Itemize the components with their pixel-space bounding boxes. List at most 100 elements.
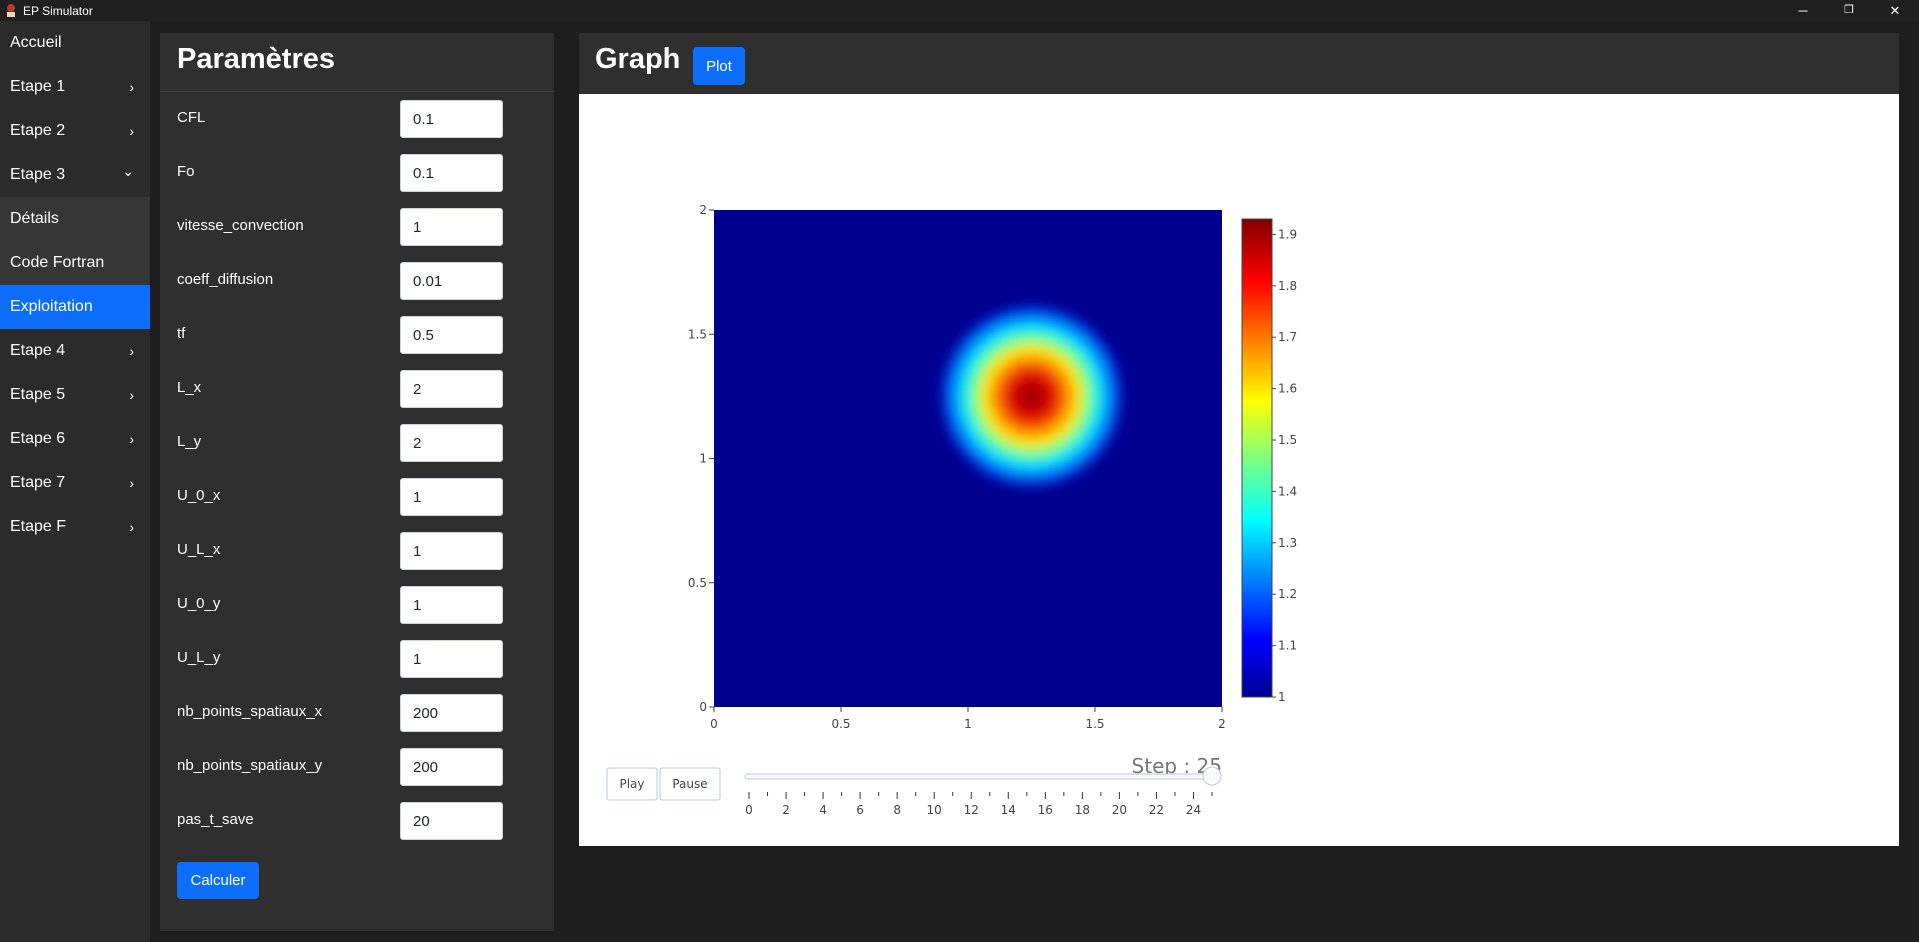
slider-tick-label: 20 bbox=[1112, 803, 1127, 817]
colorbar bbox=[1241, 218, 1273, 698]
sidebar-item-label: Etape F bbox=[10, 518, 67, 535]
param-row: U_L_y bbox=[160, 632, 554, 686]
param-input-cfl[interactable] bbox=[400, 100, 503, 138]
parameters-panel: Paramètres CFL Fo vitesse_convection coeff_… bbox=[160, 33, 554, 931]
sidebar-item-etape-f[interactable]: Etape F › bbox=[0, 505, 150, 549]
param-row: CFL bbox=[160, 92, 554, 146]
y-tick-label: 0.5 bbox=[688, 576, 707, 590]
slider-tick-label: 6 bbox=[856, 803, 864, 817]
pause-button[interactable]: Pause bbox=[659, 767, 721, 801]
sidebar-nav: Accueil Etape 1 › Etape 2 › Etape 3 ⌄ Détai… bbox=[0, 21, 150, 942]
colorbar-tick-label: 1.2 bbox=[1278, 587, 1297, 601]
window-title: EP Simulator bbox=[23, 4, 93, 18]
param-row: coeff_diffusion bbox=[160, 254, 554, 308]
slider-tick-label: 14 bbox=[1001, 803, 1016, 817]
chevron-right-icon: › bbox=[129, 387, 134, 403]
pause-button-label: Pause bbox=[672, 777, 707, 791]
param-input-u-l-y[interactable] bbox=[400, 640, 503, 678]
sidebar-item-label: Etape 2 bbox=[10, 122, 66, 139]
slider-tick-label: 18 bbox=[1075, 803, 1090, 817]
plot-button[interactable]: Plot bbox=[693, 47, 745, 85]
param-input-fo[interactable] bbox=[400, 154, 503, 192]
param-label: CFL bbox=[177, 109, 206, 126]
sidebar-item-etape-1[interactable]: Etape 1 › bbox=[0, 65, 150, 109]
param-input-vitesse-convection[interactable] bbox=[400, 208, 503, 246]
sidebar-item-label: Etape 6 bbox=[10, 430, 66, 447]
sidebar-item-label: Etape 1 bbox=[10, 78, 66, 95]
param-row: nb_points_spatiaux_y bbox=[160, 740, 554, 794]
graph-panel: Graph Plot 0 0.5 1 1.5 2 0 0.5 1 1.5 2 1… bbox=[579, 33, 1899, 846]
param-label: U_0_x bbox=[177, 487, 221, 504]
sidebar-item-label: Etape 4 bbox=[10, 342, 66, 359]
slider-tick-label: 10 bbox=[927, 803, 942, 817]
param-input-coeff-diffusion[interactable] bbox=[400, 262, 503, 300]
sidebar-item-details[interactable]: Détails bbox=[0, 197, 150, 241]
x-tick-label: 2 bbox=[1218, 717, 1226, 731]
colorbar-tick-label: 1.9 bbox=[1278, 227, 1297, 241]
heatmap-peak bbox=[936, 301, 1127, 492]
slider-tick-label: 16 bbox=[1038, 803, 1053, 817]
sidebar-item-etape-6[interactable]: Etape 6 › bbox=[0, 417, 150, 461]
sidebar-item-label: Etape 3 bbox=[10, 166, 66, 183]
graph-header: Graph Plot bbox=[579, 33, 1899, 93]
sidebar-item-etape-5[interactable]: Etape 5 › bbox=[0, 373, 150, 417]
param-label: tf bbox=[177, 325, 186, 342]
x-tick-label: 1 bbox=[964, 717, 972, 731]
param-row: pas_t_save bbox=[160, 794, 554, 848]
param-input-u-0-y[interactable] bbox=[400, 586, 503, 624]
sidebar-item-label: Code Fortran bbox=[10, 254, 105, 271]
sidebar-item-etape-3[interactable]: Etape 3 ⌄ bbox=[0, 153, 150, 197]
slider-rail[interactable] bbox=[744, 773, 1217, 780]
slider-tick-label: 22 bbox=[1149, 803, 1164, 817]
play-button-label: Play bbox=[619, 777, 644, 791]
param-label: coeff_diffusion bbox=[177, 271, 274, 288]
slider-tick-label: 4 bbox=[819, 803, 827, 817]
x-tick-label: 1.5 bbox=[1085, 717, 1104, 731]
colorbar-tick-label: 1.7 bbox=[1278, 330, 1297, 344]
slider-tick-label: 0 bbox=[745, 803, 753, 817]
close-button[interactable]: ✕ bbox=[1873, 0, 1917, 21]
minimize-button[interactable]: ─ bbox=[1781, 0, 1825, 21]
param-input-u-0-x[interactable] bbox=[400, 478, 503, 516]
sidebar-item-exploitation[interactable]: Exploitation bbox=[0, 285, 150, 329]
y-tick-label: 2 bbox=[699, 203, 707, 217]
colorbar-tick-label: 1.3 bbox=[1278, 536, 1297, 550]
param-input-l-x[interactable] bbox=[400, 370, 503, 408]
colorbar-tick-label: 1.1 bbox=[1278, 639, 1297, 653]
param-label: pas_t_save bbox=[177, 811, 254, 828]
param-input-nb-points-spatiaux-y[interactable] bbox=[400, 748, 503, 786]
param-input-pas-t-save[interactable] bbox=[400, 802, 503, 840]
sidebar-item-etape-2[interactable]: Etape 2 › bbox=[0, 109, 150, 153]
param-label: U_L_y bbox=[177, 649, 221, 666]
parameters-title: Paramètres bbox=[177, 43, 335, 75]
param-input-nb-points-spatiaux-x[interactable] bbox=[400, 694, 503, 732]
chevron-right-icon: › bbox=[129, 123, 134, 139]
slider-tick-label: 8 bbox=[893, 803, 901, 817]
sidebar-item-etape-4[interactable]: Etape 4 › bbox=[0, 329, 150, 373]
colorbar-tick-label: 1.4 bbox=[1278, 484, 1297, 498]
slider-handle[interactable] bbox=[1202, 766, 1222, 786]
sidebar-item-label: Accueil bbox=[10, 34, 62, 51]
slider-tick-label: 24 bbox=[1186, 803, 1201, 817]
parameters-header: Paramètres bbox=[160, 33, 554, 92]
sidebar-item-etape-7[interactable]: Etape 7 › bbox=[0, 461, 150, 505]
sidebar-item-code-fortran[interactable]: Code Fortran bbox=[0, 241, 150, 285]
restore-button[interactable]: ❐ bbox=[1827, 0, 1871, 21]
calculer-button[interactable]: Calculer bbox=[177, 862, 259, 899]
param-label: vitesse_convection bbox=[177, 217, 304, 234]
sidebar-item-label: Etape 5 bbox=[10, 386, 66, 403]
app-logo-icon bbox=[5, 3, 17, 17]
play-button[interactable]: Play bbox=[606, 767, 658, 801]
slider-tick-label: 2 bbox=[782, 803, 790, 817]
param-label: nb_points_spatiaux_y bbox=[177, 757, 323, 774]
param-row: U_L_x bbox=[160, 524, 554, 578]
param-input-u-l-x[interactable] bbox=[400, 532, 503, 570]
sidebar-item-accueil[interactable]: Accueil bbox=[0, 21, 150, 65]
param-input-l-y[interactable] bbox=[400, 424, 503, 462]
param-input-tf[interactable] bbox=[400, 316, 503, 354]
param-label: U_0_y bbox=[177, 595, 221, 612]
param-row: tf bbox=[160, 308, 554, 362]
title-bar: EP Simulator ─ ❐ ✕ bbox=[0, 0, 1919, 21]
chevron-right-icon: › bbox=[129, 475, 134, 491]
heatmap-chart: 0 0.5 1 1.5 200.511.52 11.11.21.31.41.51.61.… bbox=[606, 203, 1297, 817]
